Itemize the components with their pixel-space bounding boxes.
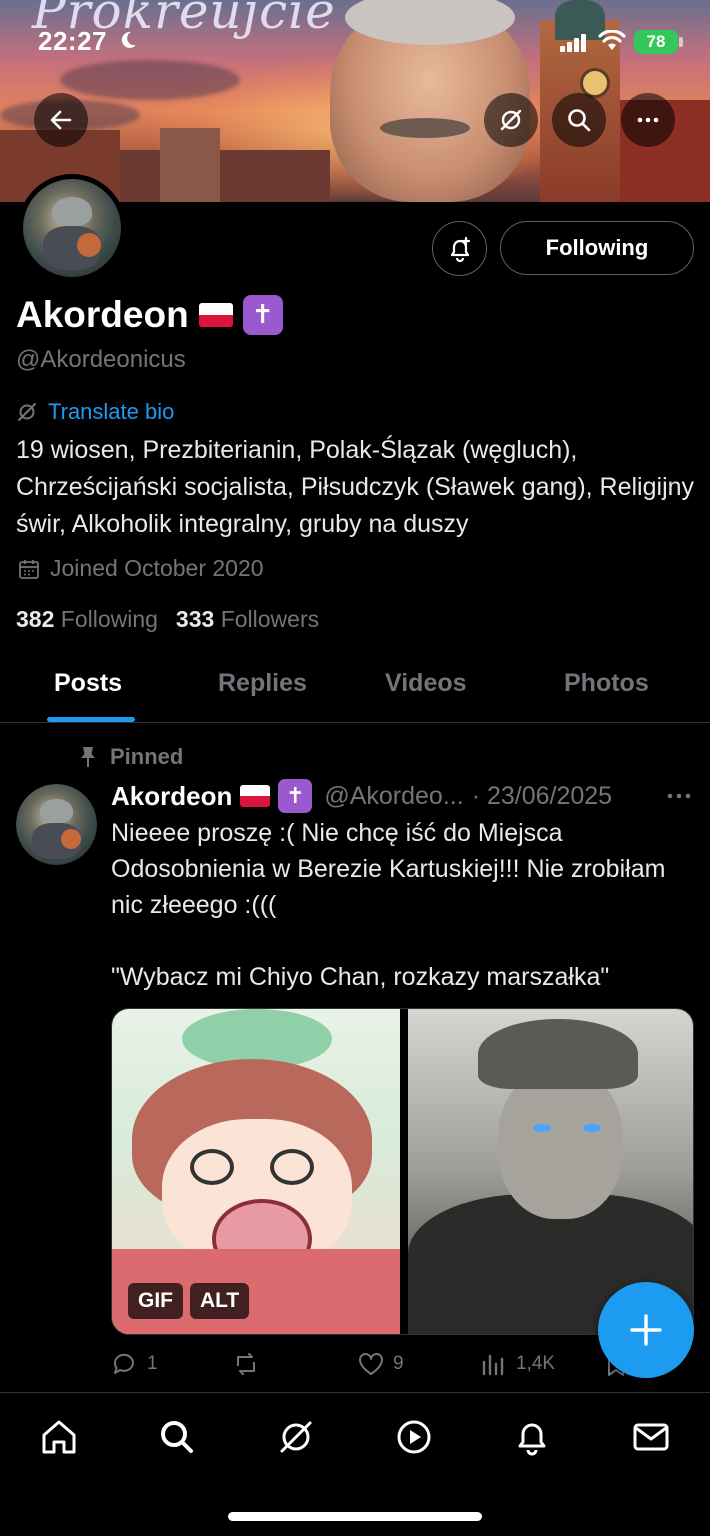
post-date: · 23/06/2025: [471, 781, 613, 810]
moon-icon: [121, 31, 136, 48]
home-icon[interactable]: [39, 1417, 79, 1457]
joined-date: Joined October 2020: [18, 555, 264, 582]
heart-icon: [359, 1353, 383, 1375]
arrow-left-icon: [50, 110, 72, 130]
reply-icon: [113, 1353, 134, 1374]
following-stat-label: Following: [60, 606, 158, 632]
avatar-image: [16, 784, 97, 865]
views-icon: [482, 1354, 504, 1376]
notifications-subscribe-button[interactable]: [432, 221, 487, 276]
pinned-label: Pinned: [110, 744, 184, 769]
media-character-eye: [270, 1149, 314, 1185]
post-author-handle[interactable]: @Akordeo...: [324, 782, 463, 811]
like-action[interactable]: 9: [357, 1350, 404, 1378]
compose-post-button[interactable]: [598, 1282, 694, 1378]
tab-replies[interactable]: Replies: [218, 669, 307, 698]
avatar-image: [23, 179, 121, 277]
post-media[interactable]: GIF ALT: [111, 1008, 694, 1335]
joined-label: Joined October 2020: [50, 555, 264, 581]
following-stat[interactable]: 382 Following: [16, 606, 158, 633]
banner-church: [160, 128, 220, 202]
tab-videos[interactable]: Videos: [385, 669, 467, 698]
grok-button[interactable]: [484, 93, 538, 147]
avatar-detail: [52, 196, 92, 227]
plus-icon: [630, 1314, 662, 1346]
grok-icon: [500, 109, 522, 131]
banner-building: [120, 150, 330, 202]
repost-action[interactable]: [232, 1350, 268, 1378]
followers-stat-label: Followers: [220, 606, 320, 632]
alt-badge[interactable]: ALT: [190, 1283, 250, 1319]
followers-count: 333: [175, 606, 215, 632]
active-tab-indicator: [47, 717, 135, 722]
profile-name-row: Akordeon ✝: [16, 294, 283, 336]
back-button[interactable]: [34, 93, 88, 147]
bell-plus-icon: [450, 236, 470, 262]
follow-stats: 382 Following 333 Followers: [16, 606, 319, 633]
home-indicator: [228, 1512, 482, 1521]
more-options-button[interactable]: [621, 93, 675, 147]
calendar-icon: [19, 559, 39, 579]
media-person-eye: [583, 1124, 601, 1132]
avatar-detail: [40, 798, 73, 823]
media-gif-chiyo[interactable]: GIF ALT: [112, 1009, 400, 1334]
pin-icon: [81, 747, 95, 767]
avatar-detail: [60, 828, 81, 849]
messages-mail-icon[interactable]: [631, 1417, 671, 1457]
pinned-label-row: Pinned: [78, 744, 183, 770]
search-button[interactable]: [552, 93, 606, 147]
translate-bio-label: Translate bio: [48, 399, 175, 424]
media-person-cap: [478, 1019, 638, 1089]
banner-cloud: [60, 60, 240, 100]
profile-tabs: Posts Replies Videos Photos: [0, 655, 710, 723]
profile-handle: @Akordeonicus: [16, 346, 186, 373]
signal-icon: [560, 34, 586, 52]
post-author-name[interactable]: Akordeon: [111, 781, 232, 812]
notifications-bell-icon[interactable]: [512, 1417, 552, 1457]
poland-flag-icon: [240, 785, 271, 807]
following-button[interactable]: Following: [500, 221, 694, 275]
search-icon[interactable]: [157, 1417, 197, 1457]
cross-icon: ✝: [278, 779, 313, 813]
more-icon: [637, 117, 659, 123]
post-author-avatar[interactable]: [16, 784, 97, 865]
media-character-eye: [190, 1149, 234, 1185]
battery-tip: [679, 37, 683, 47]
translate-bio-link[interactable]: Translate bio: [16, 399, 174, 425]
views-action[interactable]: 1,4K: [480, 1350, 555, 1378]
tab-photos[interactable]: Photos: [564, 669, 649, 698]
gif-badge: GIF: [128, 1283, 183, 1319]
profile-bio: 19 wiosen, Prezbiterianin, Polak-Ślązak …: [16, 436, 695, 538]
repost-icon: [237, 1353, 255, 1375]
battery-indicator: 78: [634, 30, 678, 54]
following-count: 382: [16, 606, 55, 632]
profile-name: Akordeon: [16, 294, 189, 335]
followers-stat[interactable]: 333 Followers: [176, 606, 319, 633]
post-text: Nieeee proszę :( Nie chcę iść do Miejsca…: [111, 819, 666, 991]
tab-posts[interactable]: Posts: [54, 669, 122, 698]
profile-avatar[interactable]: [18, 174, 126, 282]
poland-flag-icon: [198, 303, 233, 327]
video-play-icon[interactable]: [394, 1417, 434, 1457]
banner-mustache: [380, 118, 470, 138]
like-count: 9: [393, 1353, 404, 1374]
search-icon: [568, 109, 591, 132]
grok-icon: [18, 403, 36, 421]
reply-action[interactable]: 1: [111, 1350, 158, 1378]
media-person-face: [498, 1069, 623, 1219]
wifi-icon: [598, 30, 626, 50]
views-count: 1,4K: [516, 1353, 556, 1374]
post-more-icon[interactable]: [664, 782, 694, 810]
cross-icon: ✝: [242, 295, 283, 335]
status-time: 22:27: [38, 26, 107, 56]
grok-icon[interactable]: [276, 1417, 316, 1457]
reply-count: 1: [147, 1353, 158, 1374]
media-person-eye: [533, 1124, 551, 1132]
post-header: Akordeon ✝ @Akordeo... · 23/06/2025: [111, 776, 612, 816]
